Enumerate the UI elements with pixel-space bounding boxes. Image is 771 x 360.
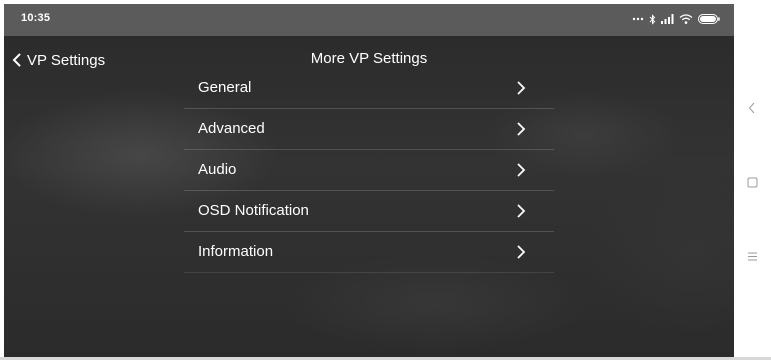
- menu-item-audio[interactable]: Audio: [184, 150, 554, 191]
- home-icon: [747, 177, 757, 187]
- status-bar: 10:35: [4, 4, 734, 36]
- chevron-right-icon: [517, 245, 526, 259]
- back-icon: [748, 102, 755, 114]
- menu-item-label: OSD Notification: [198, 202, 309, 219]
- menu-item-label: Audio: [198, 161, 237, 178]
- menu-item-label: Advanced: [198, 120, 265, 137]
- settings-menu: General Advanced Audio OSD Notification …: [184, 68, 554, 273]
- chevron-right-icon: [517, 81, 526, 95]
- battery-icon: [698, 14, 720, 24]
- device-frame: 10:35 VP Settings More VP Settings Gener…: [0, 0, 771, 360]
- more-dots-icon: [632, 17, 644, 21]
- menu-item-advanced[interactable]: Advanced: [184, 109, 554, 150]
- status-time: 10:35: [21, 12, 51, 24]
- system-menu-button[interactable]: [744, 248, 760, 264]
- bluetooth-icon: [649, 13, 656, 25]
- page-title: More VP Settings: [310, 50, 428, 67]
- status-icons: [632, 12, 720, 26]
- menu-icon: [747, 252, 757, 260]
- menu-item-label: Information: [198, 243, 274, 260]
- system-nav-bar: [734, 0, 771, 360]
- system-home-button[interactable]: [744, 174, 760, 190]
- menu-item-information[interactable]: Information: [184, 232, 554, 273]
- chevron-right-icon: [517, 122, 526, 136]
- chevron-right-icon: [517, 163, 526, 177]
- menu-item-general[interactable]: General: [184, 68, 554, 109]
- app-screen: 10:35 VP Settings More VP Settings Gener…: [4, 4, 734, 359]
- chevron-right-icon: [517, 204, 526, 218]
- menu-item-osd-notification[interactable]: OSD Notification: [184, 191, 554, 232]
- menu-item-label: General: [198, 79, 252, 96]
- signal-icon: [661, 14, 674, 24]
- wifi-icon: [679, 14, 693, 24]
- system-back-button[interactable]: [744, 100, 760, 116]
